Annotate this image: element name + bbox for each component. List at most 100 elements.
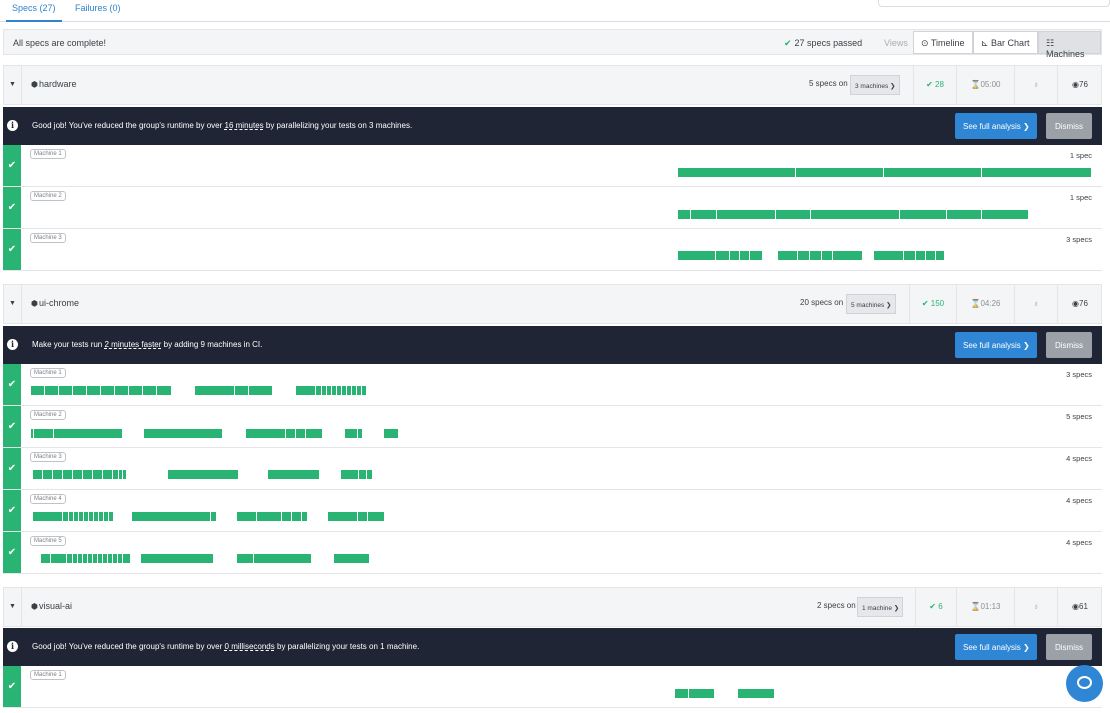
spec-bar[interactable] bbox=[384, 429, 399, 438]
spec-bar[interactable] bbox=[103, 470, 113, 479]
spec-bar[interactable] bbox=[884, 168, 982, 177]
spec-bar[interactable] bbox=[141, 554, 214, 563]
group-header-visual-ai[interactable]: ▼ ⬢visual-ai 2 specs on 1 machine ❯ ✔ 6 … bbox=[3, 587, 1102, 627]
spec-bar[interactable] bbox=[296, 386, 316, 395]
spec-bar[interactable] bbox=[689, 689, 715, 698]
spec-bar[interactable] bbox=[45, 386, 59, 395]
machines-select[interactable]: 3 machines ❯ bbox=[850, 75, 900, 95]
view-machines-button[interactable]: ☷ Machines bbox=[1038, 31, 1101, 59]
caret-down-icon[interactable]: ▼ bbox=[4, 66, 22, 104]
group-header-hardware[interactable]: ▼ ⬢hardware 5 specs on 3 machines ❯ ✔ 28… bbox=[3, 65, 1102, 105]
spec-bar[interactable] bbox=[115, 386, 129, 395]
view-bar-chart-button[interactable]: ⊾ Bar Chart bbox=[973, 31, 1038, 54]
spec-bar[interactable] bbox=[798, 251, 810, 260]
spec-bar[interactable] bbox=[123, 470, 127, 479]
chat-help-button[interactable] bbox=[1066, 665, 1103, 702]
spec-bar[interactable] bbox=[168, 470, 239, 479]
spec-bar[interactable] bbox=[101, 386, 115, 395]
spec-bar[interactable] bbox=[675, 689, 689, 698]
spec-bar[interactable] bbox=[778, 251, 798, 260]
spec-bar[interactable] bbox=[93, 470, 103, 479]
spec-bar[interactable] bbox=[916, 251, 926, 260]
spec-bar[interactable] bbox=[811, 210, 900, 219]
see-full-analysis-button[interactable]: See full analysis ❯ bbox=[955, 113, 1037, 139]
spec-bar[interactable] bbox=[358, 429, 363, 438]
spec-bar[interactable] bbox=[776, 210, 811, 219]
machines-select[interactable]: 5 machines ❯ bbox=[846, 294, 896, 314]
dismiss-button[interactable]: Dismiss bbox=[1046, 634, 1092, 660]
spec-bar[interactable] bbox=[904, 251, 916, 260]
spec-bar[interactable] bbox=[367, 470, 373, 479]
spec-bar[interactable] bbox=[334, 554, 370, 563]
see-full-analysis-button[interactable]: See full analysis ❯ bbox=[955, 332, 1037, 358]
spec-bar[interactable] bbox=[936, 251, 945, 260]
spec-bar[interactable] bbox=[678, 251, 716, 260]
spec-bar[interactable] bbox=[83, 470, 93, 479]
spec-bar[interactable] bbox=[982, 168, 1092, 177]
spec-bar[interactable] bbox=[341, 470, 359, 479]
spec-bar[interactable] bbox=[54, 429, 123, 438]
dismiss-button[interactable]: Dismiss bbox=[1046, 113, 1092, 139]
spec-bar[interactable] bbox=[237, 512, 257, 521]
spec-bar[interactable] bbox=[296, 429, 306, 438]
spec-bar[interactable] bbox=[362, 386, 367, 395]
spec-bar[interactable] bbox=[730, 251, 740, 260]
spec-bar[interactable] bbox=[810, 251, 822, 260]
spec-bar[interactable] bbox=[211, 512, 217, 521]
spec-bar[interactable] bbox=[157, 386, 172, 395]
machines-select[interactable]: 1 machine ❯ bbox=[857, 597, 904, 617]
spec-bar[interactable] bbox=[123, 554, 131, 563]
spec-bar[interactable] bbox=[738, 689, 775, 698]
spec-bar[interactable] bbox=[33, 512, 63, 521]
spec-bar[interactable] bbox=[286, 429, 296, 438]
group-header-ui-chrome[interactable]: ▼ ⬢ui-chrome 20 specs on 5 machines ❯ ✔ … bbox=[3, 284, 1102, 324]
spec-bar[interactable] bbox=[235, 386, 249, 395]
spec-bar[interactable] bbox=[43, 470, 53, 479]
tab-failures[interactable]: Failures (0) bbox=[69, 3, 127, 22]
spec-bar[interactable] bbox=[368, 512, 385, 521]
spec-bar[interactable] bbox=[678, 168, 796, 177]
spec-bar[interactable] bbox=[740, 251, 750, 260]
spec-bar[interactable] bbox=[143, 386, 157, 395]
tab-specs[interactable]: Specs (27) bbox=[6, 3, 62, 22]
spec-bar[interactable] bbox=[678, 210, 691, 219]
spec-bar[interactable] bbox=[87, 386, 101, 395]
spec-bar[interactable] bbox=[328, 512, 358, 521]
spec-bar[interactable] bbox=[717, 210, 776, 219]
spec-bar[interactable] bbox=[796, 168, 884, 177]
spec-bar[interactable] bbox=[31, 386, 45, 395]
spec-bar[interactable] bbox=[750, 251, 763, 260]
spec-bar[interactable] bbox=[195, 386, 235, 395]
spec-bar[interactable] bbox=[109, 512, 114, 521]
spec-bar[interactable] bbox=[73, 470, 83, 479]
spec-bar[interactable] bbox=[51, 554, 67, 563]
spec-bar[interactable] bbox=[345, 429, 358, 438]
spec-bar[interactable] bbox=[132, 512, 211, 521]
spec-bar[interactable] bbox=[246, 429, 286, 438]
spec-bar[interactable] bbox=[306, 429, 323, 438]
spec-bar[interactable] bbox=[359, 470, 367, 479]
spec-bar[interactable] bbox=[254, 554, 312, 563]
view-timeline-button[interactable]: ⊙ Timeline bbox=[913, 31, 973, 54]
spec-bar[interactable] bbox=[53, 470, 63, 479]
spec-bar[interactable] bbox=[249, 386, 273, 395]
spec-bar[interactable] bbox=[358, 512, 368, 521]
spec-bar[interactable] bbox=[33, 470, 43, 479]
spec-bar[interactable] bbox=[129, 386, 143, 395]
spec-bar[interactable] bbox=[822, 251, 833, 260]
spec-bar[interactable] bbox=[691, 210, 717, 219]
caret-down-icon[interactable]: ▼ bbox=[4, 285, 22, 323]
spec-bar[interactable] bbox=[982, 210, 1029, 219]
spec-bar[interactable] bbox=[257, 512, 282, 521]
spec-bar[interactable] bbox=[63, 470, 73, 479]
spec-bar[interactable] bbox=[237, 554, 254, 563]
spec-bar[interactable] bbox=[41, 554, 51, 563]
see-full-analysis-button[interactable]: See full analysis ❯ bbox=[955, 634, 1037, 660]
spec-bar[interactable] bbox=[833, 251, 863, 260]
spec-bar[interactable] bbox=[268, 470, 320, 479]
spec-bar[interactable] bbox=[34, 429, 54, 438]
spec-bar[interactable] bbox=[59, 386, 73, 395]
spec-bar[interactable] bbox=[292, 512, 302, 521]
spec-bar[interactable] bbox=[716, 251, 730, 260]
spec-bar[interactable] bbox=[900, 210, 947, 219]
